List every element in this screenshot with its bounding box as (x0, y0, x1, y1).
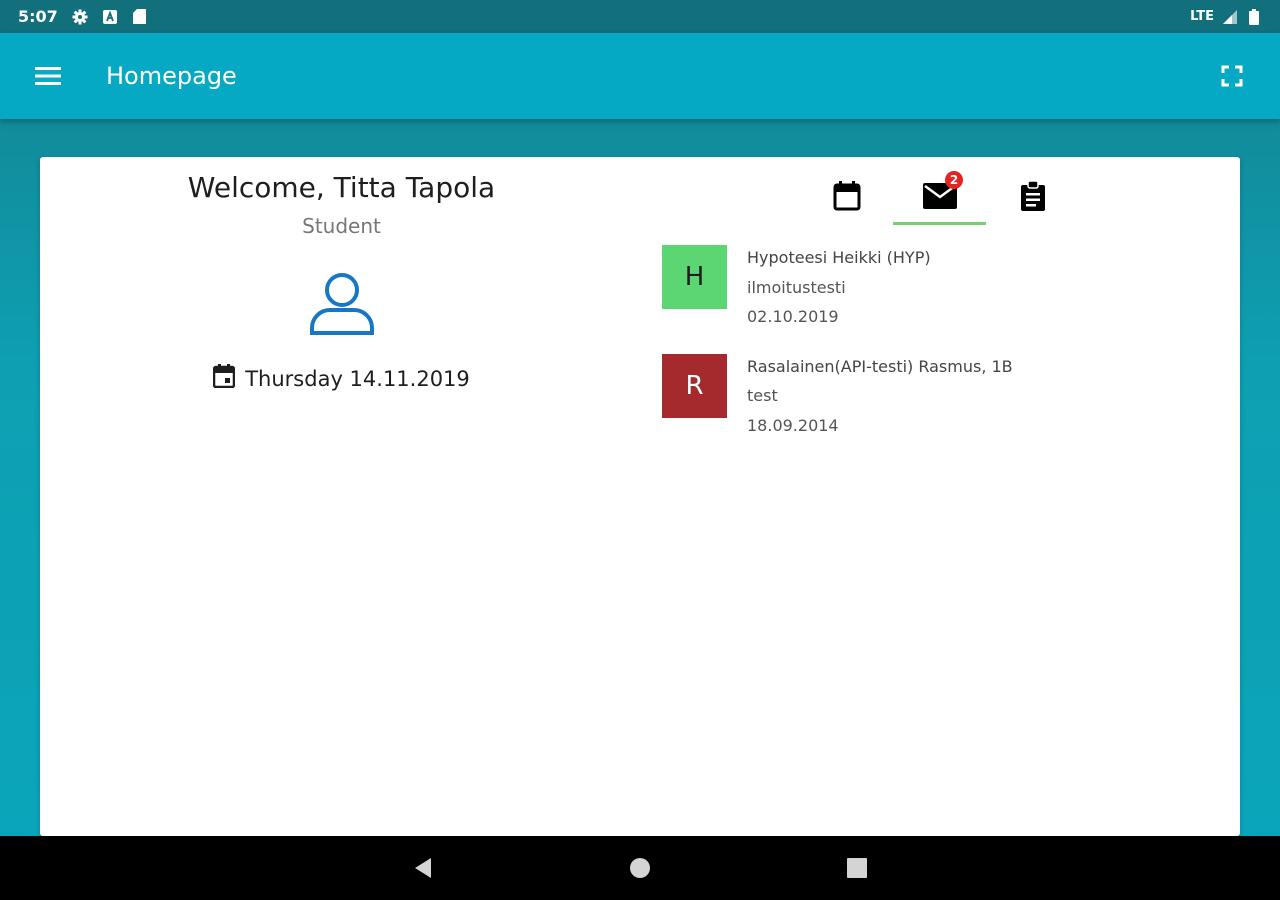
clipboard-icon (1020, 180, 1046, 215)
message-item[interactable]: H Hypoteesi Heikki (HYP) ilmoitustesti 0… (662, 245, 1082, 332)
fullscreen-icon[interactable] (1216, 60, 1248, 92)
calendar-event-icon (212, 364, 236, 393)
sender-avatar: H (662, 245, 727, 309)
message-sender: Hypoteesi Heikki (HYP) (747, 248, 931, 267)
signal-icon (1222, 9, 1238, 25)
network-label: LTE (1190, 9, 1214, 24)
welcome-heading: Welcome, Titta Tapola (187, 171, 496, 204)
profile-section: Welcome, Titta Tapola Student Thursday 1… (170, 171, 513, 393)
page-title: Homepage (106, 62, 237, 90)
home-icon[interactable] (624, 852, 656, 884)
hamburger-menu-icon[interactable] (32, 60, 64, 92)
system-nav-bar (0, 836, 1280, 900)
tab-messages[interactable]: 2 (893, 171, 986, 225)
message-subject: ilmoitustesti (747, 277, 846, 297)
current-date: Thursday 14.11.2019 (245, 366, 470, 391)
recents-icon[interactable] (841, 852, 873, 884)
status-bar: 5:07 LTE (0, 0, 1280, 33)
calendar-icon (833, 181, 861, 215)
app-bar: Homepage (0, 33, 1280, 119)
gear-icon (72, 9, 88, 25)
message-subject: test (747, 386, 778, 405)
person-outline-icon (309, 270, 375, 336)
sender-avatar: R (662, 353, 727, 418)
battery-icon (1246, 8, 1262, 25)
tab-assignments[interactable] (986, 171, 1079, 225)
unread-badge: 2 (945, 171, 963, 189)
tab-calendar[interactable] (800, 171, 893, 225)
a-box-icon (102, 9, 118, 25)
message-date: 18.09.2014 (747, 415, 839, 435)
tab-bar: 2 (800, 171, 1079, 225)
message-date: 02.10.2019 (747, 307, 839, 326)
message-sender: Rasalainen(API-testi) Rasmus, 1B (747, 356, 1013, 376)
message-text: Rasalainen(API-testi) Rasmus, 1B test 18… (747, 354, 1013, 441)
message-item[interactable]: R Rasalainen(API-testi) Rasmus, 1B test … (662, 353, 1082, 441)
home-card: Welcome, Titta Tapola Student Thursday 1… (40, 157, 1240, 836)
message-list: H Hypoteesi Heikki (HYP) ilmoitustesti 0… (662, 245, 1082, 462)
message-text: Hypoteesi Heikki (HYP) ilmoitustesti 02.… (747, 245, 931, 332)
date-row: Thursday 14.11.2019 (170, 364, 513, 393)
user-role: Student (302, 214, 381, 238)
status-time: 5:07 (18, 7, 58, 26)
sd-card-icon (132, 9, 148, 25)
back-icon[interactable] (407, 852, 439, 884)
